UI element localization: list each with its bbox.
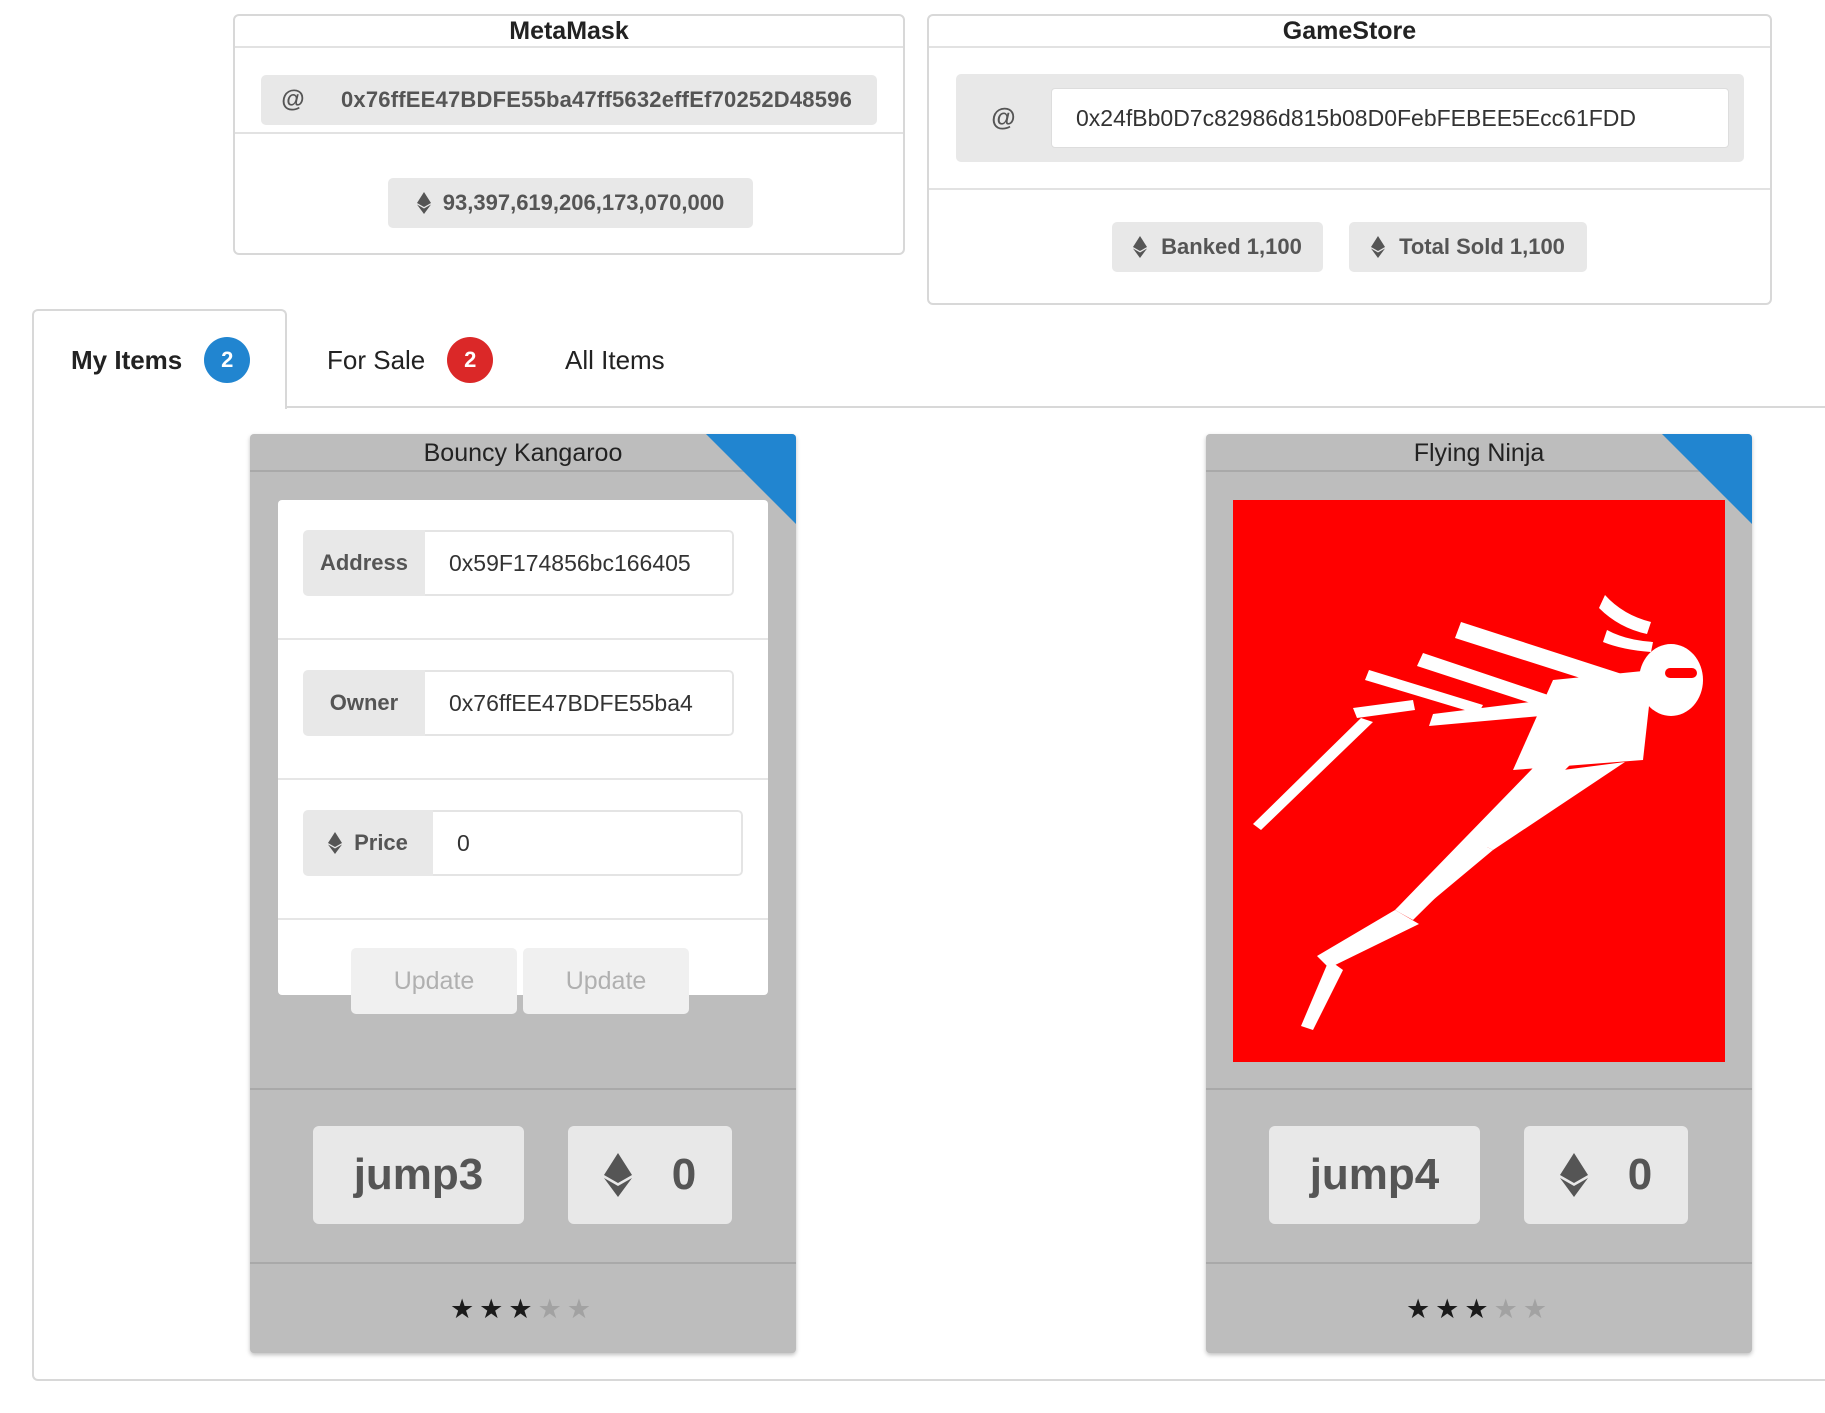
ethereum-icon [328,832,343,854]
divider [278,638,768,640]
item-card: Flying Ninja jump4 0 ★★★★★ [1206,434,1752,1353]
item-price-button[interactable]: 0 [1524,1126,1688,1224]
ethereum-icon [603,1153,632,1197]
item-price-value: 0 [671,1150,697,1199]
star-icon: ★ [479,1294,509,1324]
address-label: Address [303,530,425,596]
star-icon: ★ [449,1294,480,1324]
star-icon: ★ [1493,1294,1523,1324]
gamestore-total-sold: Total Sold 1,100 [1349,222,1587,272]
item-price-button[interactable]: 0 [568,1126,732,1224]
rating-stars: ★★★★★ [250,1294,796,1325]
divider [235,132,903,134]
divider [1206,1262,1752,1264]
ethereum-icon [416,192,431,214]
tab-my-items[interactable]: My Items 2 [71,335,251,385]
tab-all-items[interactable]: All Items [565,335,665,385]
owner-input[interactable]: 0x76ffEE47BDFE55ba4 [425,670,734,736]
ethereum-icon [1559,1153,1588,1197]
tab-all-items-label: All Items [565,344,665,375]
owner-label: Owner [303,670,425,736]
gamestore-banked: Banked 1,100 [1112,222,1323,272]
update-button[interactable]: Update [351,948,517,1014]
price-input[interactable]: 0 [433,810,743,876]
gamestore-total-sold-value: Total Sold 1,100 [1399,234,1565,259]
tab-for-sale-label: For Sale [327,344,426,375]
gamestore-address: @ 0x24fBb0D7c82986d815b08D0FebFEBEE5Ecc6… [956,74,1744,162]
address-field: Address 0x59F174856bc166405 [303,530,734,596]
star-icon: ★ [1464,1294,1494,1324]
address-input[interactable]: 0x59F174856bc166405 [425,530,734,596]
gamestore-banked-value: Banked 1,100 [1161,234,1302,259]
divider [250,1088,796,1090]
item-price-value: 0 [1627,1150,1653,1199]
price-field: Price 0 [303,810,743,876]
gamestore-title: GameStore [929,16,1770,48]
owner-field: Owner 0x76ffEE47BDFE55ba4 [303,670,734,736]
ethereum-icon [1371,236,1386,258]
star-icon: ★ [1522,1294,1553,1324]
star-icon: ★ [537,1294,567,1324]
at-icon: @ [281,86,305,113]
tab-my-items-badge: 2 [204,337,251,383]
metamask-balance-value: 93,397,619,206,173,070,000 [442,190,725,215]
tab-for-sale[interactable]: For Sale 2 [327,335,494,385]
item-name-button[interactable]: jump4 [1269,1126,1480,1224]
metamask-title: MetaMask [235,16,903,48]
update-button[interactable]: Update [523,948,689,1014]
divider [929,188,1770,190]
star-icon: ★ [1405,1294,1436,1324]
metamask-address-value: 0x76ffEE47BDFE55ba47ff5632effEf70252D485… [341,87,853,112]
item-image [1233,500,1725,1062]
tab-my-items-label: My Items [71,344,183,375]
metamask-panel: MetaMask @ 0x76ffEE47BDFE55ba47ff5632eff… [233,14,905,255]
star-icon: ★ [1435,1294,1465,1324]
ethereum-icon [1133,236,1148,258]
divider [278,778,768,780]
metamask-balance: 93,397,619,206,173,070,000 [388,178,753,228]
at-icon: @ [991,104,1016,132]
item-card: Bouncy Kangaroo Address 0x59F174856bc166… [250,434,796,1353]
divider [250,1262,796,1264]
gamestore-address-field[interactable]: 0x24fBb0D7c82986d815b08D0FebFEBEE5Ecc61F… [1051,88,1729,148]
price-label: Price [354,830,408,855]
item-name-button[interactable]: jump3 [313,1126,524,1224]
rating-stars: ★★★★★ [1206,1294,1752,1325]
flying-ninja-icon [1253,595,1703,1030]
divider [278,918,768,920]
metamask-address: @ 0x76ffEE47BDFE55ba47ff5632effEf70252D4… [261,75,877,125]
item-details-form: Address 0x59F174856bc166405 Owner 0x76ff… [278,500,768,1014]
tab-for-sale-badge: 2 [447,337,494,383]
gamestore-panel: GameStore @ 0x24fBb0D7c82986d815b08D0Feb… [927,14,1772,305]
divider [1206,1088,1752,1090]
star-icon: ★ [508,1294,538,1324]
price-label-group: Price [303,810,433,876]
star-icon: ★ [566,1294,597,1324]
